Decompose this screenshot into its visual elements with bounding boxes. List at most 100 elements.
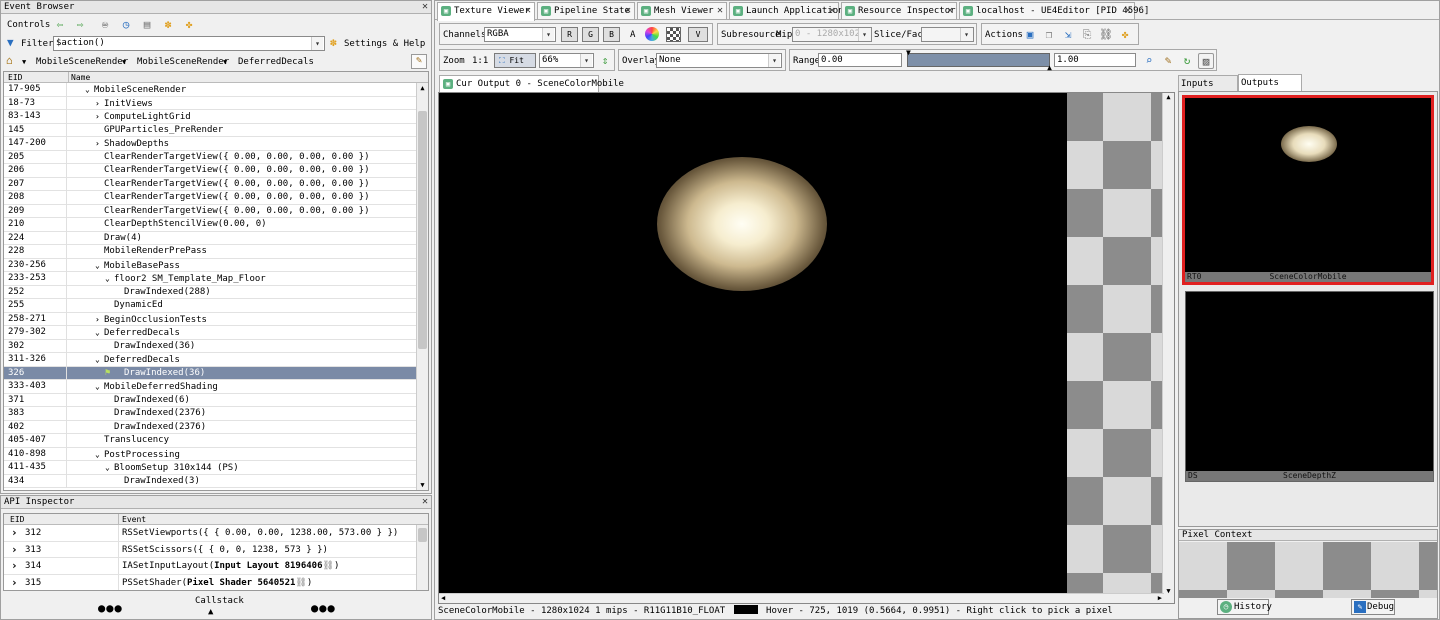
- chevron-down-icon[interactable]: ▾: [960, 28, 972, 41]
- history-button[interactable]: ◷ History: [1217, 599, 1272, 615]
- event-row[interactable]: 371 DrawIndexed(6): [4, 393, 416, 407]
- chevron-down-icon[interactable]: ▾: [542, 28, 554, 41]
- event-row[interactable]: 18-73 › InitViews: [4, 96, 416, 111]
- tab-resource-inspector[interactable]: ▣ Resource Inspector ✕: [841, 2, 957, 19]
- reset-range-icon[interactable]: ↻: [1179, 53, 1195, 69]
- collapse-arrow-icon[interactable]: ⌄: [95, 448, 104, 462]
- filter-input[interactable]: $action() ▾: [53, 36, 325, 51]
- close-icon[interactable]: ✕: [829, 3, 835, 19]
- breadcrumb-item-1[interactable]: MobileSceneRender: [36, 56, 128, 68]
- arrow-right-icon[interactable]: ⇨: [72, 17, 88, 33]
- expand-arrow-icon[interactable]: ›: [95, 313, 104, 327]
- texture-canvas[interactable]: ▲ ▼ ◀ ▶: [438, 92, 1175, 604]
- event-row[interactable]: 233-253 ⌄ floor2 SM_Template_Map_Floor: [4, 272, 416, 286]
- settings-cog-icon[interactable]: ✽: [160, 17, 176, 33]
- flip-y-icon[interactable]: ⇕: [597, 53, 613, 69]
- channel-a-toggle[interactable]: A: [630, 29, 635, 41]
- breadcrumb-item-2[interactable]: MobileSceneRender: [137, 56, 229, 68]
- event-row[interactable]: 279-302 ⌄ DeferredDecals: [4, 326, 416, 340]
- col-eid[interactable]: EID: [10, 514, 24, 525]
- color-picker-icon[interactable]: [645, 27, 659, 41]
- breadcrumb-item-3[interactable]: DeferredDecals: [238, 56, 314, 68]
- event-row[interactable]: 83-143 › ComputeLightGrid: [4, 110, 416, 124]
- scroll-up-icon[interactable]: ▲: [1163, 93, 1174, 103]
- api-row[interactable]: › 314 IASetInputLayout(Input Layout 819640…: [4, 558, 428, 575]
- auto-range-icon[interactable]: ✎: [1160, 53, 1176, 69]
- clock-icon[interactable]: ◷: [118, 17, 134, 33]
- api-table-scrollbar[interactable]: [416, 525, 428, 590]
- collapse-arrow-icon[interactable]: ⌄: [95, 380, 104, 394]
- link-icon[interactable]: ⛓: [295, 578, 306, 588]
- zoom-range-icon[interactable]: ⌕: [1141, 53, 1157, 69]
- event-tree-scrollbar[interactable]: ▲ ▼: [416, 83, 428, 490]
- tab-outputs[interactable]: Outputs: [1238, 74, 1302, 92]
- range-max-input[interactable]: 1.00: [1054, 53, 1136, 67]
- canvas-hscrollbar[interactable]: ◀ ▶: [439, 593, 1164, 603]
- export-icon[interactable]: ⎘: [1079, 27, 1095, 43]
- api-resource-link[interactable]: Input Layout 8196406: [214, 561, 322, 571]
- collapse-arrow-icon[interactable]: ⌄: [95, 259, 104, 273]
- event-row[interactable]: 405-407 Translucency: [4, 434, 416, 448]
- collapse-right-dots[interactable]: ●●●: [311, 602, 336, 614]
- scroll-left-icon[interactable]: ◀: [441, 594, 445, 602]
- event-row[interactable]: 230-256 ⌄ MobileBasePass: [4, 258, 416, 273]
- scroll-down-icon[interactable]: ▼: [1163, 587, 1174, 595]
- tab-pipeline-state[interactable]: ▣ Pipeline State ✕: [537, 2, 635, 19]
- event-row[interactable]: 147-200 › ShadowDepths: [4, 137, 416, 151]
- channel-g-toggle[interactable]: G: [582, 27, 599, 42]
- channel-v-toggle[interactable]: V: [688, 27, 708, 42]
- event-row[interactable]: 434 DrawIndexed(3): [4, 474, 416, 488]
- thumbnail-scenecolor[interactable]: RT0 SceneColorMobile: [1182, 95, 1434, 285]
- api-resource-link[interactable]: Pixel Shader 5640521: [187, 578, 295, 588]
- event-row[interactable]: 411-435 ⌄ BloomSetup 310x144 (PS): [4, 461, 416, 475]
- expand-arrow-icon[interactable]: ›: [11, 575, 18, 591]
- event-row[interactable]: 206 ClearRenderTargetView({ 0.00, 0.00, 0…: [4, 164, 416, 178]
- event-row[interactable]: 410-898 ⌄ PostProcessing: [4, 447, 416, 462]
- scroll-thumb[interactable]: [418, 528, 427, 542]
- copy-icon[interactable]: ❐: [1041, 27, 1057, 43]
- scroll-up-icon[interactable]: ▲: [417, 83, 428, 93]
- event-row[interactable]: 333-403 ⌄ MobileDeferredShading: [4, 380, 416, 394]
- link-icon[interactable]: ⛓: [323, 561, 334, 571]
- bookmark-icon[interactable]: ▤: [139, 17, 155, 33]
- collapse-arrow-icon[interactable]: ⌄: [95, 326, 104, 340]
- callstack-label[interactable]: Callstack: [195, 595, 244, 607]
- event-row[interactable]: 402 DrawIndexed(2376): [4, 420, 416, 434]
- event-row[interactable]: 258-271 › BeginOcclusionTests: [4, 312, 416, 327]
- expand-arrow-icon[interactable]: ›: [95, 97, 104, 111]
- event-row[interactable]: 205 ClearRenderTargetView({ 0.00, 0.00, 0…: [4, 150, 416, 164]
- close-icon[interactable]: ✕: [947, 3, 953, 19]
- scroll-right-icon[interactable]: ▶: [1158, 594, 1162, 602]
- collapse-left-dots[interactable]: ●●●: [98, 602, 123, 614]
- thumbnail-depth[interactable]: DS SceneDepthZ: [1185, 291, 1434, 482]
- collapse-arrow-icon[interactable]: ⌄: [105, 461, 114, 475]
- zoom-fit-button[interactable]: ⛶ Fit: [494, 53, 536, 68]
- chevron-down-icon[interactable]: ▾: [768, 54, 780, 67]
- collapse-arrow-icon[interactable]: ⌄: [85, 83, 94, 97]
- chevron-down-icon[interactable]: ▾: [580, 54, 592, 67]
- tab-inputs[interactable]: Inputs: [1178, 75, 1238, 92]
- range-slider-min-handle[interactable]: ▼: [906, 48, 911, 57]
- event-row[interactable]: 302 DrawIndexed(36): [4, 339, 416, 353]
- settings-help-button[interactable]: Settings & Help: [344, 38, 425, 50]
- api-row[interactable]: › 313 RSSetScissors({ { 0, 0, 1238, 573 } …: [4, 541, 428, 559]
- close-icon[interactable]: ✕: [625, 3, 631, 19]
- tab-localhost-ue4editor-pid-4596[interactable]: ▣ localhost - UE4Editor [PID 4596] ✕: [959, 2, 1149, 19]
- event-row[interactable]: 224 Draw(4): [4, 231, 416, 245]
- expand-arrow-icon[interactable]: ›: [95, 137, 104, 151]
- debug-button[interactable]: ✎ Debug: [1351, 599, 1395, 615]
- event-row[interactable]: 17-905 ⌄ MobileSceneRender: [4, 83, 416, 97]
- save-icon[interactable]: ▣: [1022, 27, 1038, 43]
- expand-arrow-icon[interactable]: ›: [11, 542, 18, 559]
- event-row[interactable]: 209 ClearRenderTargetView({ 0.00, 0.00, 0…: [4, 204, 416, 218]
- checkerboard-icon[interactable]: [666, 27, 681, 42]
- channel-r-toggle[interactable]: R: [561, 27, 578, 42]
- puzzle-icon[interactable]: ✤: [181, 17, 197, 33]
- event-row[interactable]: 255 DynamicEd: [4, 299, 416, 313]
- binoculars-icon[interactable]: ♾: [97, 17, 113, 33]
- event-row[interactable]: 210 ClearDepthStencilView(0.00, 0): [4, 218, 416, 232]
- canvas-vscrollbar[interactable]: ▲ ▼: [1162, 93, 1174, 595]
- event-row[interactable]: 252 DrawIndexed(288): [4, 285, 416, 299]
- event-row[interactable]: 311-326 ⌄ DeferredDecals: [4, 353, 416, 367]
- pixel-context-view[interactable]: [1179, 542, 1437, 598]
